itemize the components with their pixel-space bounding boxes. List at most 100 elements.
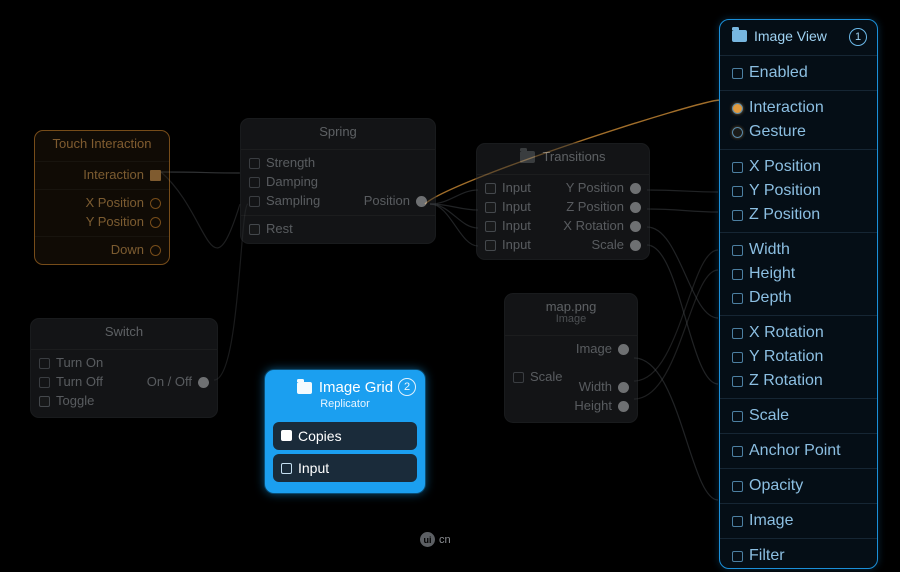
port-row-yposition[interactable]: Input Y Position xyxy=(477,179,649,198)
port-interaction[interactable]: Interaction xyxy=(35,166,169,185)
port-label: Interaction xyxy=(83,168,144,183)
port-output-dot-icon xyxy=(618,401,629,412)
port-output-dot-icon xyxy=(618,344,629,355)
port-label: Turn Off xyxy=(56,375,103,390)
node-spring[interactable]: Spring Strength Damping Sampling Positio… xyxy=(240,118,436,244)
port-label: Scale xyxy=(749,407,789,425)
port-label: Y Position xyxy=(86,215,144,230)
port-label: Z Position xyxy=(749,206,820,224)
port-sampling[interactable]: Sampling xyxy=(249,192,338,211)
checkbox-icon xyxy=(513,372,524,383)
port-opacity[interactable]: Opacity xyxy=(720,474,877,498)
port-turn-on[interactable]: Turn On xyxy=(39,354,124,373)
watermark: ui cn xyxy=(420,532,451,547)
port-z-position[interactable]: Z Position xyxy=(720,203,877,227)
port-row-zposition[interactable]: Input Z Position xyxy=(477,198,649,217)
port-label: Width xyxy=(579,380,612,395)
node-map-image[interactable]: map.png Image Scale Image Width Height xyxy=(504,293,638,423)
port-height-out[interactable]: Height xyxy=(571,397,629,416)
port-interaction[interactable]: Interaction xyxy=(720,96,877,120)
port-label: Input xyxy=(502,219,531,234)
checkbox-icon xyxy=(732,376,743,387)
checkbox-icon xyxy=(732,481,743,492)
port-label: Strength xyxy=(266,156,315,171)
port-y-rotation[interactable]: Y Rotation xyxy=(720,345,877,369)
port-scale-in[interactable]: Scale xyxy=(513,368,571,387)
checkbox-icon xyxy=(732,352,743,363)
port-label: Z Position xyxy=(566,200,624,215)
checkbox-icon xyxy=(249,177,260,188)
badge-count: 1 xyxy=(849,28,867,46)
port-label: X Rotation xyxy=(749,324,824,342)
port-anchor-point[interactable]: Anchor Point xyxy=(720,439,877,463)
node-title: Touch Interaction xyxy=(35,131,169,157)
port-output-dot-icon xyxy=(618,382,629,393)
port-label: On / Off xyxy=(147,375,192,390)
port-scale[interactable]: Scale xyxy=(720,404,877,428)
node-graph-canvas[interactable]: Touch Interaction Interaction X Position… xyxy=(0,0,900,572)
port-x-position[interactable]: X Position xyxy=(35,194,169,213)
port-x-position[interactable]: X Position xyxy=(720,155,877,179)
port-toggle[interactable]: Toggle xyxy=(39,392,124,411)
port-label: Y Rotation xyxy=(749,348,823,366)
port-on-off[interactable]: On / Off xyxy=(124,373,209,392)
port-output-dot-icon xyxy=(198,377,209,388)
checkbox-icon xyxy=(485,183,496,194)
checkbox-icon xyxy=(732,245,743,256)
port-height[interactable]: Height xyxy=(720,262,877,286)
port-turn-off[interactable]: Turn Off xyxy=(39,373,124,392)
checkbox-icon xyxy=(39,358,50,369)
port-output-dot-icon xyxy=(150,217,161,228)
checkbox-icon xyxy=(732,162,743,173)
checkbox-icon xyxy=(732,446,743,457)
panel-image-view[interactable]: Image View 1 Enabled Interaction Gesture… xyxy=(719,19,878,569)
port-enabled[interactable]: Enabled xyxy=(720,61,877,85)
node-transitions[interactable]: Transitions Input Y Position Input Z Pos… xyxy=(476,143,650,260)
node-title: map.png xyxy=(505,294,637,316)
port-position[interactable]: Position xyxy=(338,192,427,211)
node-title: Switch xyxy=(31,319,217,345)
node-switch[interactable]: Switch Turn On Turn Off Toggle On / Off xyxy=(30,318,218,418)
checkbox-icon xyxy=(281,430,292,441)
port-damping[interactable]: Damping xyxy=(249,173,338,192)
port-down[interactable]: Down xyxy=(35,241,169,264)
port-output-dot-icon xyxy=(150,198,161,209)
port-y-position[interactable]: Y Position xyxy=(720,179,877,203)
port-label: Z Rotation xyxy=(749,372,823,390)
port-depth[interactable]: Depth xyxy=(720,286,877,310)
node-touch-interaction[interactable]: Touch Interaction Interaction X Position… xyxy=(34,130,170,265)
port-row-xrotation[interactable]: Input X Rotation xyxy=(477,217,649,236)
port-width[interactable]: Width xyxy=(720,238,877,262)
port-filter[interactable]: Filter xyxy=(720,544,877,568)
port-label: Enabled xyxy=(749,64,808,82)
port-gesture[interactable]: Gesture xyxy=(720,120,877,144)
port-output-dot-icon xyxy=(416,196,427,207)
port-copies[interactable]: Copies xyxy=(273,422,417,450)
node-image-grid[interactable]: Image Grid 2 Replicator Copies Input xyxy=(265,370,425,493)
checkbox-icon xyxy=(249,158,260,169)
checkbox-icon xyxy=(732,293,743,304)
port-width-out[interactable]: Width xyxy=(571,378,629,397)
port-image-out[interactable]: Image xyxy=(571,340,629,359)
port-row-scale[interactable]: Input Scale xyxy=(477,236,649,259)
node-title: Transitions xyxy=(477,144,649,170)
port-label: Toggle xyxy=(56,394,94,409)
port-label: Height xyxy=(749,265,795,283)
node-title: Image Grid 2 xyxy=(266,371,424,401)
port-label: Width xyxy=(749,241,790,259)
port-y-position[interactable]: Y Position xyxy=(35,213,169,232)
port-z-rotation[interactable]: Z Rotation xyxy=(720,369,877,393)
checkbox-icon xyxy=(281,463,292,474)
port-label: Damping xyxy=(266,175,318,190)
port-label: Y Position xyxy=(566,181,624,196)
checkbox-icon xyxy=(485,202,496,213)
port-input[interactable]: Input xyxy=(273,454,417,482)
port-strength[interactable]: Strength xyxy=(249,154,338,173)
port-label: X Position xyxy=(85,196,144,211)
port-x-rotation[interactable]: X Rotation xyxy=(720,321,877,345)
port-label: Input xyxy=(298,460,329,476)
checkbox-icon xyxy=(732,516,743,527)
port-rest[interactable]: Rest xyxy=(241,220,435,243)
port-image[interactable]: Image xyxy=(720,509,877,533)
checkbox-icon xyxy=(732,269,743,280)
